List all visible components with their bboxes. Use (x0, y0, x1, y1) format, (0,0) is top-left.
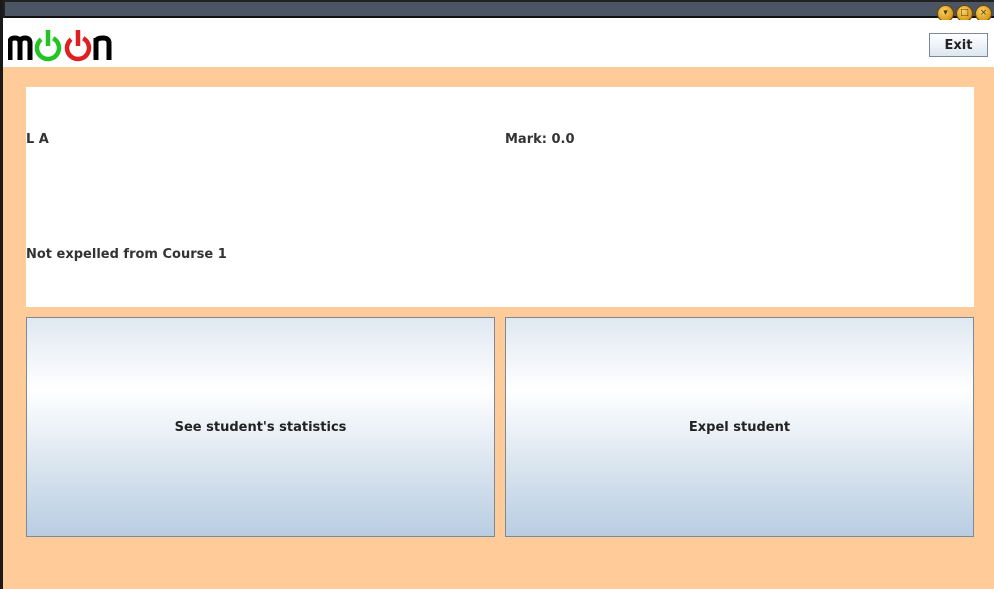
see-statistics-button[interactable]: See student's statistics (26, 317, 495, 537)
moon-logo (8, 30, 112, 62)
title-bar[interactable]: ▾ □ × (3, 0, 994, 22)
student-info-panel: L A Mark: 0.0 Not expelled from Course 1 (26, 87, 974, 307)
student-mark: Mark: 0.0 (505, 132, 575, 147)
student-name: L A (26, 132, 49, 147)
expel-student-button[interactable]: Expel student (505, 317, 974, 537)
expulsion-status: Not expelled from Course 1 (26, 247, 227, 262)
exit-button[interactable]: Exit (929, 33, 988, 57)
app-header: Exit (3, 20, 994, 67)
main-panel: L A Mark: 0.0 Not expelled from Course 1… (3, 67, 994, 589)
